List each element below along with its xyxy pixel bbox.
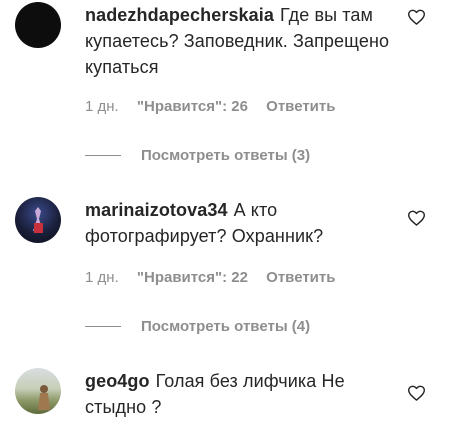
heart-icon[interactable] [407,8,425,26]
comment-body: geo4go Голая без лифчика Не стыдно ? [85,368,395,420]
view-replies-button[interactable]: Посмотреть ответы (3) [85,147,310,164]
comment-username[interactable]: geo4go [85,371,150,391]
comment-username[interactable]: nadezhdapecherskaia [85,5,274,25]
comment-likes[interactable]: "Нравится": 26 [137,98,248,115]
view-replies-label: Посмотреть ответы (3) [141,147,311,164]
comment-time: 1 дн. [85,269,119,286]
heart-icon[interactable] [407,384,425,402]
view-replies-label: Посмотреть ответы (4) [141,318,311,335]
avatar[interactable] [15,197,61,243]
comment-meta: 1 дн. "Нравится": 26 Ответить [85,98,349,115]
comment-time: 1 дн. [85,98,119,115]
reply-button[interactable]: Ответить [266,98,335,115]
reply-button[interactable]: Ответить [266,269,335,286]
comment-body: marinaizotova34 А кто фотографирует? Охра… [85,197,395,249]
heart-icon[interactable] [407,209,425,227]
comment-body: nadezhdapecherskaia Где вы там купаетесь?… [85,2,395,80]
avatar[interactable] [15,368,61,414]
comment-likes[interactable]: "Нравится": 22 [137,269,248,286]
avatar-figure [38,385,50,410]
replies-divider [85,326,121,327]
avatar[interactable] [15,2,61,48]
comment-username[interactable]: marinaizotova34 [85,200,228,220]
view-replies-button[interactable]: Посмотреть ответы (4) [85,318,310,335]
avatar-figure [33,207,43,233]
replies-divider [85,155,121,156]
comment-meta: 1 дн. "Нравится": 22 Ответить [85,269,349,286]
